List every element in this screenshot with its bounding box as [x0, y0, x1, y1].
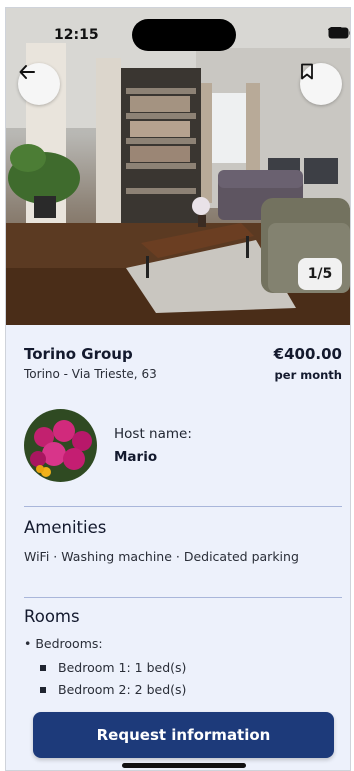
battery-icon	[328, 27, 350, 39]
bedrooms-label: • Bedrooms:	[24, 636, 103, 651]
bookmark-button[interactable]	[300, 63, 342, 105]
room-label: Bedroom 2: 2 bed(s)	[58, 682, 187, 697]
request-information-button[interactable]: Request information	[33, 712, 334, 758]
status-time: 12:15	[54, 27, 99, 43]
listing-details: Torino Group Torino - Via Trieste, 63 €4…	[6, 325, 350, 770]
listing-title: Torino Group	[24, 345, 133, 363]
list-item: Bedroom 2: 2 bed(s)	[40, 682, 186, 697]
flowers-photo	[24, 409, 97, 482]
bullet-icon	[40, 686, 46, 693]
amenities-heading: Amenities	[24, 518, 107, 537]
home-indicator[interactable]	[122, 763, 246, 768]
listing-price: €400.00	[273, 345, 342, 363]
back-button[interactable]	[18, 63, 60, 105]
arrow-left-icon	[19, 65, 35, 79]
divider	[24, 506, 342, 507]
listing-photo[interactable]: 12:15 1/5	[6, 8, 350, 325]
bullet-icon	[40, 664, 46, 671]
dynamic-island	[132, 19, 236, 51]
host-label: Host name:	[114, 426, 192, 442]
price-period: per month	[274, 368, 342, 382]
host-name: Mario	[114, 449, 158, 465]
amenities-list: WiFi · Washing machine · Dedicated parki…	[24, 549, 299, 564]
listing-address: Torino - Via Trieste, 63	[24, 367, 157, 381]
room-label: Bedroom 1: 1 bed(s)	[58, 660, 187, 675]
bookmark-icon	[301, 63, 313, 80]
photo-counter: 1/5	[298, 258, 342, 290]
list-item: Bedroom 1: 1 bed(s)	[40, 660, 186, 675]
divider	[24, 597, 342, 598]
app-screen: 12:15 1/5 Torino Group Torino - Via Trie…	[5, 7, 351, 771]
rooms-heading: Rooms	[24, 607, 80, 626]
host-avatar[interactable]	[24, 409, 97, 482]
